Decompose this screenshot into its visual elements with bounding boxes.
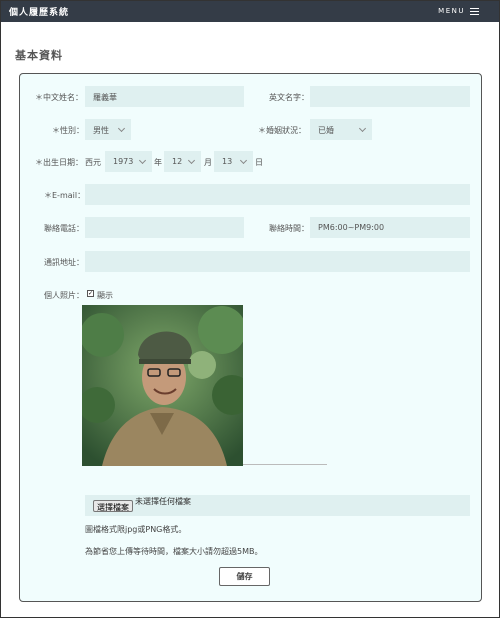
phone-input[interactable] [85,217,244,238]
birth-date-label: ＊出生日期： [35,158,83,167]
birth-year-select[interactable]: 1973 [105,151,152,172]
format-note: 圖檔格式限jpg或PNG格式。 [85,525,187,534]
gender-label: ＊性別： [52,126,84,135]
birth-day-select[interactable]: 13 [214,151,253,172]
email-input[interactable] [85,184,470,205]
marital-status-select[interactable]: 已婚 [310,119,372,140]
top-navbar: 個人履歷系統 MENU [1,1,499,22]
address-label: 通訊地址： [44,258,84,267]
day-unit-label: 日 [255,158,263,167]
show-photo-label: 顯示 [97,291,113,300]
choose-file-button[interactable]: 選擇檔案 [93,500,133,512]
save-button[interactable]: 儲存 [219,567,270,586]
english-name-input[interactable] [310,86,470,107]
chinese-name-label: ＊中文姓名： [35,93,83,102]
contact-time-label: 聯絡時間： [269,224,309,233]
phone-label: 聯絡電話： [44,224,84,233]
photo-label: 個人照片： [44,291,84,300]
profile-photo-image [82,305,243,466]
month-unit-label: 月 [204,158,212,167]
year-unit-label: 年 [154,158,162,167]
marital-status-label: ＊婚姻狀況： [258,126,306,135]
show-photo-checkbox[interactable]: ✓ [87,290,94,297]
chinese-name-input[interactable]: 羅義華 [85,86,244,107]
contact-time-input[interactable]: PM6:00~PM9:00 [310,217,470,238]
menu-label: MENU [438,7,465,15]
brand-title[interactable]: 個人履歷系統 [9,5,69,18]
menu-button[interactable]: MENU [438,7,479,15]
era-label: 西元 [85,158,101,167]
gender-select[interactable]: 男性 [85,119,131,140]
page-title: 基本資料 [15,49,63,62]
profile-photo [82,305,243,466]
address-input[interactable] [85,251,470,272]
file-upload-row: 選擇檔案 未選擇任何檔案 [85,495,470,516]
birth-month-select[interactable]: 12 [164,151,201,172]
file-status-text: 未選擇任何檔案 [135,497,191,506]
hamburger-icon [470,7,479,15]
size-note: 為節省您上傳等待時間，檔案大小請勿超過5MB。 [85,547,263,556]
email-label: ＊E-mail： [44,191,86,200]
photo-divider [243,464,327,465]
english-name-label: 英文名字： [269,93,309,102]
